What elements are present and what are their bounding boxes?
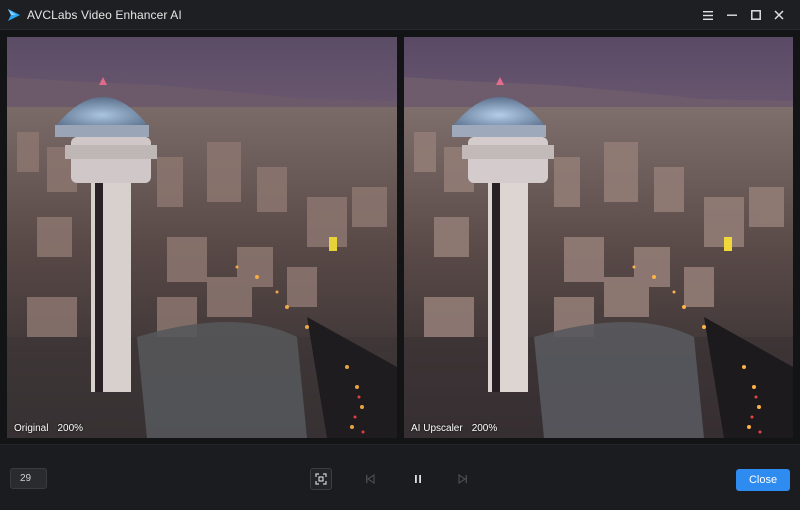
preview-area: Original 200% AI Upscaler 200% [0, 30, 800, 444]
avclabs-logo-icon [8, 9, 20, 21]
fit-screen-icon[interactable] [310, 468, 332, 490]
playback-control-bar: 29 Close [0, 444, 800, 510]
hamburger-menu-icon[interactable] [699, 6, 717, 24]
city-scene-image [404, 37, 793, 438]
original-preview-pane[interactable]: Original 200% [7, 37, 397, 438]
window-title: AVCLabs Video Enhancer AI [27, 8, 182, 22]
skip-next-icon[interactable] [452, 468, 474, 490]
ai-upscaler-preview-label: AI Upscaler 200% [411, 423, 498, 434]
close-icon[interactable] [770, 6, 788, 24]
title-bar: AVCLabs Video Enhancer AI [0, 0, 800, 30]
close-button[interactable]: Close [736, 469, 790, 491]
frame-number-field[interactable]: 29 [10, 468, 47, 489]
city-scene-image [7, 37, 397, 438]
pause-icon[interactable] [407, 468, 429, 490]
original-preview-label: Original 200% [14, 423, 84, 434]
maximize-icon[interactable] [747, 6, 765, 24]
ai-upscaler-preview-pane[interactable]: AI Upscaler 200% [404, 37, 793, 438]
minimize-icon[interactable] [723, 6, 741, 24]
skip-previous-icon[interactable] [359, 468, 381, 490]
